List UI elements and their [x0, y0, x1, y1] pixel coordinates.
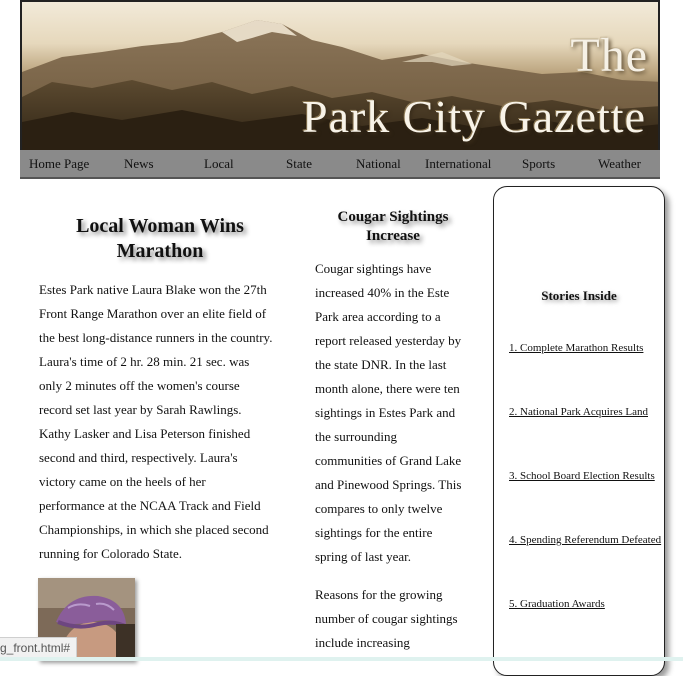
headline-line: Marathon	[116, 240, 204, 262]
text-line: Championships, in which she placed secon…	[39, 522, 269, 537]
text-line: running for Colorado State.	[39, 546, 182, 561]
text-line: performance at the NCAA Track and Field	[39, 498, 261, 513]
story-link[interactable]: 2. National Park Acquires Land	[509, 406, 648, 418]
text-line: sightings in Estes Park and	[315, 405, 456, 420]
masthead-title: Park City Gazette	[301, 91, 646, 142]
masthead-title-the: The	[570, 29, 648, 82]
text-line: second and third, respectively. Laura's	[39, 450, 238, 465]
story-link[interactable]: 4. Spending Referendum Defeated	[509, 534, 661, 546]
text-line: the state DNR. In the last	[315, 357, 447, 372]
link-status-bar: g_front.html#	[0, 637, 78, 659]
article-body-marathon: Estes Park native Laura Blake won the 27…	[39, 278, 289, 566]
main-nav: Home Page News Local State National Inte…	[20, 150, 660, 179]
text-line: sightings for the entire	[315, 525, 433, 540]
nav-state[interactable]: State	[286, 156, 312, 172]
article-headline-marathon: Local Woman Wins Marathon	[38, 214, 282, 264]
text-line: only 2 minutes off the women's course	[39, 378, 240, 393]
nav-sports[interactable]: Sports	[522, 156, 555, 172]
story-link[interactable]: 3. School Board Election Results	[509, 470, 655, 482]
text-line: Cougar sightings have	[315, 261, 432, 276]
masthead-banner: The Park City Gazette	[20, 0, 660, 150]
text-line: spring of last year.	[315, 549, 412, 564]
nav-weather[interactable]: Weather	[598, 156, 641, 172]
nav-home-page[interactable]: Home Page	[29, 156, 89, 172]
text-line: Kathy Lasker and Lisa Peterson finished	[39, 426, 251, 441]
nav-international[interactable]: International	[425, 156, 491, 172]
headline-line: Increase	[366, 228, 420, 244]
text-line: increased 40% in the Este	[315, 285, 450, 300]
nav-national[interactable]: National	[356, 156, 401, 172]
article-headline-cougar: Cougar Sightings Increase	[318, 208, 468, 246]
text-line: report released yesterday by	[315, 333, 462, 348]
text-line: Front Range Marathon over an elite field…	[39, 306, 267, 321]
stories-inside-sidebar: Stories Inside 1. Complete Marathon Resu…	[493, 186, 665, 676]
text-line: and Pinewood Springs. This	[315, 477, 462, 492]
article-body-cougar-cont: Reasons for the growing number of cougar…	[315, 583, 485, 655]
text-line: number of cougar sightings	[315, 611, 458, 626]
text-line: include increasing	[315, 635, 410, 650]
text-line: the surrounding	[315, 429, 397, 444]
sidebar-title: Stories Inside	[541, 288, 617, 303]
text-line: record set last year by Sarah Rawlings.	[39, 402, 242, 417]
headline-line: Local Woman Wins	[76, 215, 244, 237]
article-body-cougar: Cougar sightings have increased 40% in t…	[315, 257, 485, 569]
story-link[interactable]: 5. Graduation Awards	[509, 598, 605, 610]
nav-local[interactable]: Local	[204, 156, 234, 172]
story-link[interactable]: 1. Complete Marathon Results	[509, 342, 643, 354]
text-line: Reasons for the growing	[315, 587, 443, 602]
page-bottom-strip	[0, 657, 683, 661]
text-line: Estes Park native Laura Blake won the 27…	[39, 282, 267, 297]
text-line: Laura's time of 2 hr. 28 min. 21 sec. wa…	[39, 354, 250, 369]
text-line: compares to only twelve	[315, 501, 443, 516]
text-line: the best long-distance runners in the co…	[39, 330, 273, 345]
text-line: month alone, there were ten	[315, 381, 460, 396]
nav-news[interactable]: News	[124, 156, 154, 172]
headline-line: Cougar Sightings	[337, 209, 449, 225]
text-line: Park area according to a	[315, 309, 441, 324]
text-line: victory came on the heels of her	[39, 474, 206, 489]
text-line: communities of Grand Lake	[315, 453, 462, 468]
